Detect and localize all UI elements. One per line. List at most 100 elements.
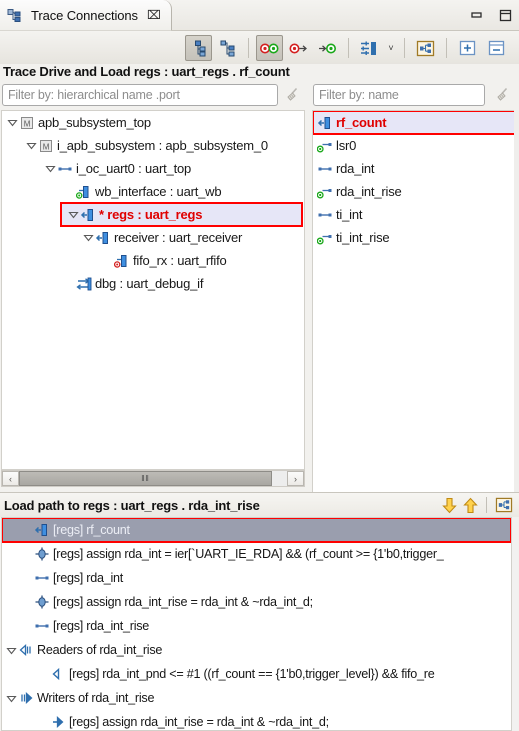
driver-icon (114, 253, 130, 269)
reader-icon (50, 666, 66, 682)
hierarchy-down-icon[interactable] (185, 35, 212, 61)
hierarchy-node-label: i_oc_uart0 : uart_top (76, 161, 192, 176)
expander-icon[interactable] (6, 116, 19, 129)
broom-clear-icon[interactable] (285, 87, 301, 103)
tab-trace-connections[interactable]: Trace Connections ⌧ (0, 0, 172, 31)
signal-item-label: ti_int (336, 207, 363, 222)
expander-icon[interactable] (67, 208, 80, 221)
maximize-icon[interactable] (498, 9, 513, 22)
hierarchy-tree[interactable]: Mapb_subsystem_top Mi_apb_subsystem : apb… (1, 110, 305, 470)
signal-item-label: ti_int_rise (336, 230, 390, 245)
load-path-row[interactable]: [regs] rda_int_rise (2, 614, 511, 638)
hierarchy-node[interactable]: fifo_rx : uart_rfifo (2, 249, 304, 272)
hierarchy-node-label: fifo_rx : uart_rfifo (133, 253, 227, 268)
signal-item-label: rda_int (336, 161, 375, 176)
net-icon (317, 161, 333, 177)
writers-icon (18, 690, 34, 706)
hierarchy-node[interactable]: Mi_apb_subsystem : apb_subsystem_0 (2, 134, 304, 157)
link-editor-icon[interactable] (412, 35, 439, 61)
load-path-row[interactable]: Readers of rda_int_rise (2, 638, 511, 662)
hierarchy-node[interactable]: dbg : uart_debug_if (2, 272, 304, 295)
signal-item[interactable]: rda_int_rise (313, 180, 517, 203)
load-path-list[interactable]: [regs] rf_count [regs] assign rda_int = i… (1, 517, 512, 731)
hierarchy-node-label: wb_interface : uart_wb (95, 184, 222, 199)
expander-icon[interactable] (82, 231, 95, 244)
load-path-row[interactable]: [regs] assign rda_int_rise = rda_int & ~… (2, 710, 511, 730)
scroll-right-button[interactable]: › (287, 471, 304, 486)
net-icon (34, 570, 50, 586)
load-path-row[interactable]: [regs] assign rda_int_rise = rda_int & ~… (2, 590, 511, 614)
name-filter-input[interactable]: Filter by: name (313, 84, 485, 106)
hscroll-track[interactable]: ‖‖ (19, 471, 287, 486)
driver-port-icon (317, 184, 333, 200)
signal-list-scrollbar[interactable] (514, 110, 519, 493)
loads-icon[interactable] (314, 35, 341, 61)
page-title: Trace Drive and Load regs : uart_regs . … (0, 64, 519, 83)
load-path-row[interactable]: Writers of rda_int_rise (2, 686, 511, 710)
arrow-up-icon[interactable] (463, 497, 478, 513)
hierarchy-node-selected[interactable]: * regs : uart_regs (60, 202, 303, 227)
broom-clear-icon[interactable] (495, 87, 511, 103)
signal-item[interactable]: lsr0 (313, 134, 517, 157)
load-path-row-selected[interactable]: [regs] rf_count (2, 518, 511, 543)
hierarchical-filter-input[interactable]: Filter by: hierarchical name .port (2, 84, 278, 106)
minimize-icon[interactable] (469, 9, 484, 22)
load-icon (95, 230, 111, 246)
hscroll-thumb[interactable]: ‖‖ (19, 471, 272, 486)
hierarchy-hscrollbar[interactable]: ‹ ‖‖ › (1, 470, 305, 487)
scroll-left-button[interactable]: ‹ (2, 471, 19, 486)
load-path-row[interactable]: [regs] rda_int_pnd <= #1 ((rf_count == {… (2, 662, 511, 686)
signal-item-selected[interactable]: rf_count (313, 111, 517, 135)
signal-item[interactable]: ti_int_rise (313, 226, 517, 249)
link-editor-icon[interactable] (495, 497, 513, 513)
load-icon (317, 115, 333, 131)
signal-item[interactable]: rda_int (313, 157, 517, 180)
toolbar-separator (348, 38, 349, 58)
load-path-panel: Load path to regs : uart_regs . rda_int_… (0, 492, 519, 731)
load-path-row-label: [regs] assign rda_int = ier[`UART_IE_RDA… (53, 547, 444, 561)
signal-item-label: rf_count (336, 115, 387, 130)
expand-all-icon[interactable] (454, 35, 481, 61)
expander-icon[interactable] (5, 644, 18, 657)
collapse-all-icon[interactable] (483, 35, 510, 61)
arrow-down-icon[interactable] (442, 497, 457, 513)
module-icon: M (19, 115, 35, 131)
load-path-row-label: [regs] assign rda_int_rise = rda_int & ~… (69, 715, 329, 729)
assign-icon (34, 546, 50, 562)
hierarchy-node[interactable]: receiver : uart_receiver (2, 226, 304, 249)
load-path-row[interactable]: [regs] rda_int (2, 566, 511, 590)
hierarchy-node[interactable]: wb_interface : uart_wb (2, 180, 304, 203)
load-path-row[interactable]: [regs] assign rda_int = ier[`UART_IE_RDA… (2, 542, 511, 566)
close-icon[interactable]: ⌧ (147, 8, 161, 22)
expander-icon[interactable] (5, 692, 18, 705)
hierarchy-node[interactable]: Mapb_subsystem_top (2, 111, 304, 134)
assign-icon (34, 594, 50, 610)
net-icon (317, 207, 333, 223)
expander-icon[interactable] (25, 139, 38, 152)
load-icon (34, 522, 50, 538)
load-path-row-label: Readers of rda_int_rise (37, 643, 163, 657)
drivers-loads-icon[interactable] (256, 35, 283, 61)
filter-settings-icon[interactable] (356, 35, 383, 61)
signal-list[interactable]: rf_count lsr0 rda_int rda_int_rise ti_int ti_… (312, 110, 518, 493)
drivers-icon[interactable] (285, 35, 312, 61)
expander-icon[interactable] (44, 162, 57, 175)
hierarchy-node[interactable]: i_oc_uart0 : uart_top (2, 157, 304, 180)
panel-divider[interactable] (306, 110, 311, 493)
load-path-scrollbar[interactable] (512, 517, 518, 731)
titlebar-filler (172, 0, 519, 31)
load-path-row-label: Writers of rda_int_rise (37, 691, 155, 705)
port-icon (57, 161, 73, 177)
signal-item[interactable]: ti_int (313, 203, 517, 226)
chevron-down-icon[interactable]: ˅ (384, 35, 398, 61)
writer-icon (50, 714, 66, 730)
hierarchy-up-icon[interactable] (214, 35, 241, 61)
